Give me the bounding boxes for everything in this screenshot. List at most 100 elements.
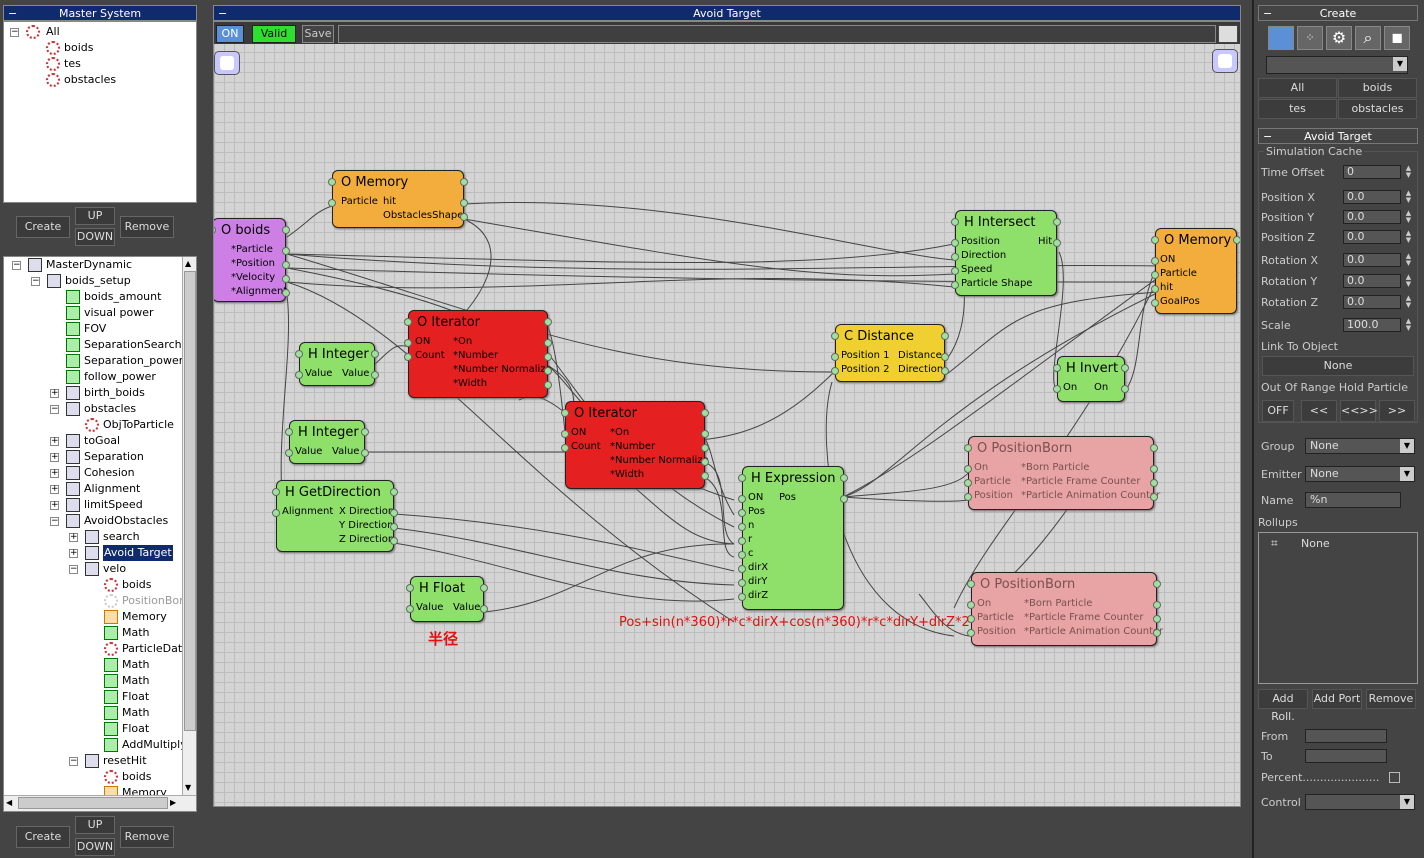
- collapse-icon[interactable]: −: [50, 405, 59, 414]
- filter-obstacles-button[interactable]: obstacles: [1338, 99, 1417, 119]
- tree-item[interactable]: Math: [122, 657, 150, 673]
- spinner-arrows-icon[interactable]: ▲ ▼: [1404, 190, 1413, 204]
- group-dropdown[interactable]: None ▼: [1305, 438, 1415, 454]
- input-port[interactable]: [967, 601, 975, 609]
- node-input-port[interactable]: [404, 318, 412, 326]
- node-output-port[interactable]: [941, 332, 949, 340]
- node-output-port[interactable]: [361, 428, 369, 436]
- input-port[interactable]: [738, 495, 746, 503]
- output-port[interactable]: [941, 353, 949, 361]
- node-pborn2[interactable]: O PositionBorn On Particle Position *Born Pa…: [967, 572, 1163, 646]
- expand-icon[interactable]: +: [69, 533, 78, 542]
- input-port[interactable]: [738, 523, 746, 531]
- output-port[interactable]: [361, 449, 369, 457]
- input-port[interactable]: [738, 579, 746, 587]
- input-port[interactable]: [561, 444, 569, 452]
- node-intersect[interactable]: H Intersect Position Direction Speed Particl…: [951, 210, 1061, 296]
- tree-item-obstacles[interactable]: obstacles: [64, 72, 116, 88]
- from-spinner[interactable]: [1305, 729, 1387, 743]
- collapse-icon[interactable]: −: [218, 6, 227, 22]
- filter-all-button[interactable]: All: [1258, 78, 1337, 98]
- input-port[interactable]: [1151, 257, 1159, 265]
- collapse-icon[interactable]: −: [1263, 6, 1272, 22]
- spinner-arrows-icon[interactable]: ▲ ▼: [1404, 230, 1413, 244]
- output-port[interactable]: [544, 339, 552, 347]
- tree-item[interactable]: Float: [122, 689, 149, 705]
- tree-item[interactable]: visual power: [84, 305, 154, 321]
- tree-item[interactable]: limitSpeed: [84, 497, 143, 513]
- tree-item[interactable]: Separation: [84, 449, 144, 465]
- tree-item-tes[interactable]: tes: [64, 56, 81, 72]
- collapse-icon[interactable]: −: [31, 277, 40, 286]
- tree-item[interactable]: Alignment: [84, 481, 140, 497]
- tree-item[interactable]: FOV: [84, 321, 106, 337]
- tree-item[interactable]: Math: [122, 625, 150, 641]
- input-port[interactable]: [951, 281, 959, 289]
- tree-item[interactable]: Separation_power: [84, 353, 182, 369]
- input-port[interactable]: [964, 465, 972, 473]
- expand-icon[interactable]: +: [50, 501, 59, 510]
- remove-button[interactable]: Remove: [120, 216, 174, 238]
- expand-icon[interactable]: +: [50, 437, 59, 446]
- tree-item[interactable]: MasterDynamic: [46, 257, 132, 273]
- gear-icon[interactable]: ⚙: [1326, 26, 1352, 50]
- collapse-icon[interactable]: −: [12, 261, 21, 270]
- tree-item[interactable]: boids_amount: [84, 289, 161, 305]
- expand-icon[interactable]: +: [50, 453, 59, 462]
- output-port[interactable]: [701, 444, 709, 452]
- node-output-port[interactable]: [282, 226, 290, 234]
- node-input-port[interactable]: [967, 580, 975, 588]
- param-spinner[interactable]: 0.0: [1343, 190, 1401, 204]
- node-input-port[interactable]: [285, 428, 293, 436]
- tree-item[interactable]: Cohesion: [84, 465, 135, 481]
- node-hint2[interactable]: H Integer Value Value: [285, 420, 369, 464]
- output-port[interactable]: [1153, 615, 1161, 623]
- node-input-port[interactable]: [738, 474, 746, 482]
- input-port[interactable]: [831, 367, 839, 375]
- input-port[interactable]: [738, 565, 746, 573]
- collapse-icon[interactable]: −: [8, 6, 17, 22]
- node-input-port[interactable]: [1151, 236, 1159, 244]
- tree-item[interactable]: Avoid Target: [103, 545, 173, 561]
- spinner-arrows-icon[interactable]: ▲ ▼: [1404, 253, 1413, 267]
- node-input-port[interactable]: [1053, 364, 1061, 372]
- range-off-button[interactable]: OFF: [1262, 400, 1294, 422]
- scroll-left-icon[interactable]: ◀: [6, 798, 12, 807]
- input-port[interactable]: [951, 267, 959, 275]
- node-expr[interactable]: H Expression ON Pos n r c dirX dirY dirZ Pos: [738, 466, 848, 610]
- collapse-icon[interactable]: −: [10, 28, 19, 37]
- node-output-port[interactable]: [460, 178, 468, 186]
- node-output-port[interactable]: [1153, 580, 1161, 588]
- node-grid-icon[interactable]: [1268, 26, 1294, 50]
- add-port-button[interactable]: Add Port: [1312, 689, 1362, 709]
- output-port[interactable]: [701, 472, 709, 480]
- input-port[interactable]: [964, 493, 972, 501]
- node-cdist[interactable]: C Distance Position 1 Position 2 Distance Di…: [831, 324, 949, 382]
- tree-item[interactable]: Math: [122, 673, 150, 689]
- to-spinner[interactable]: [1305, 749, 1387, 763]
- node-output-port[interactable]: [840, 474, 848, 482]
- add-rollup-button[interactable]: Add Roll.: [1258, 689, 1308, 723]
- collapse-icon[interactable]: −: [1263, 129, 1272, 145]
- node-hint1[interactable]: H Integer Value Value: [295, 342, 379, 386]
- spinner-arrows-icon[interactable]: ▲ ▼: [1404, 274, 1413, 288]
- output-port[interactable]: [544, 381, 552, 389]
- tree-item[interactable]: follow_power: [84, 369, 156, 385]
- spinner-arrows-icon[interactable]: ▲ ▼: [1404, 210, 1413, 224]
- tree-item[interactable]: obstacles: [84, 401, 136, 417]
- tree-item[interactable]: boids: [122, 769, 151, 785]
- range-prev-button[interactable]: <<: [1301, 400, 1337, 422]
- input-port[interactable]: [295, 371, 303, 379]
- node-output-port[interactable]: [1053, 218, 1061, 226]
- tree-item[interactable]: boids: [122, 577, 151, 593]
- tree-item-all[interactable]: All: [46, 24, 60, 40]
- param-spinner[interactable]: 0.0: [1343, 210, 1401, 224]
- node-memory2[interactable]: O Memory ON Particle hit GoalPos: [1151, 228, 1240, 314]
- range-both-button[interactable]: <<>>: [1340, 400, 1378, 422]
- output-port[interactable]: [390, 523, 398, 531]
- up-button[interactable]: UP: [75, 207, 115, 225]
- output-port[interactable]: [460, 213, 468, 221]
- tree-item[interactable]: ObjToParticle: [103, 417, 174, 433]
- param-spinner[interactable]: 0.0: [1343, 295, 1401, 309]
- spinner-arrows-icon[interactable]: ▲ ▼: [1404, 165, 1413, 179]
